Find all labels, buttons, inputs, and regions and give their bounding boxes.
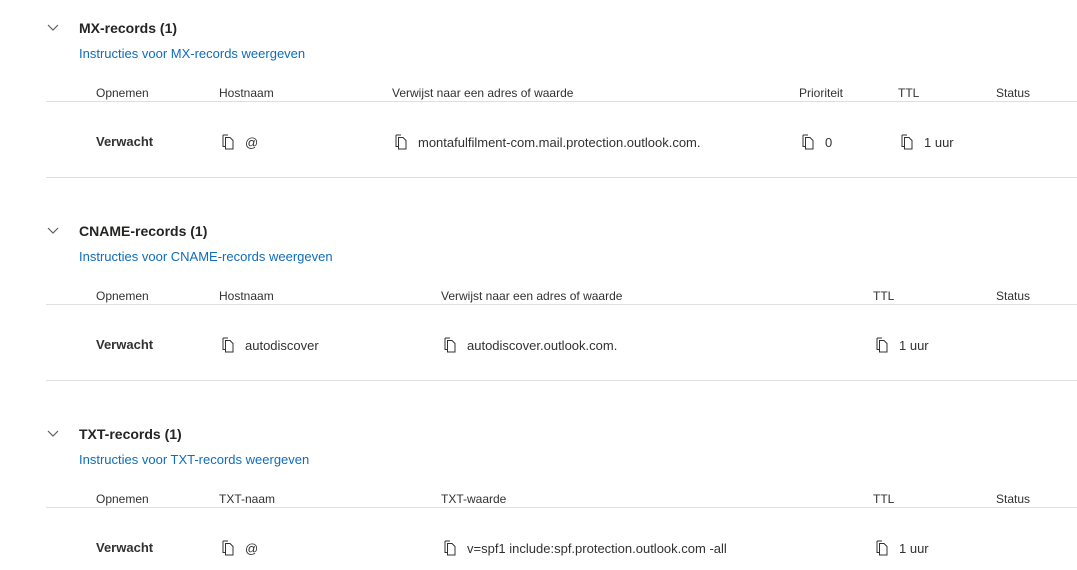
column-header-ttl: TTL	[898, 86, 920, 100]
copy-icon[interactable]	[899, 134, 915, 150]
copy-icon[interactable]	[393, 134, 409, 150]
row-divider	[46, 177, 1077, 178]
column-header-value: Verwijst naar een adres of waarde	[392, 86, 574, 100]
column-header-hostname: Hostnaam	[219, 289, 274, 303]
hostname-value: @	[245, 134, 259, 150]
ttl-cell: 1 uur	[874, 540, 929, 556]
txt-records-section: TXT-records (1) Instructies voor TXT-rec…	[0, 414, 1077, 570]
instructions-link[interactable]: Instructies voor TXT-records weergeven	[79, 452, 309, 467]
column-header-ttl: TTL	[873, 289, 895, 303]
header-divider	[46, 304, 1077, 305]
copy-icon[interactable]	[874, 540, 890, 556]
points-to-value: montafulfilment-com.mail.protection.outl…	[418, 134, 701, 150]
chevron-down-icon[interactable]	[46, 223, 60, 237]
instructions-link[interactable]: Instructies voor MX-records weergeven	[79, 46, 305, 61]
value-cell: autodiscover.outlook.com.	[442, 337, 617, 353]
column-header-record: Opnemen	[96, 289, 149, 303]
column-header-record: Opnemen	[96, 86, 149, 100]
column-header-hostname: Hostnaam	[219, 86, 274, 100]
column-header-status: Status	[996, 289, 1031, 303]
copy-icon[interactable]	[220, 540, 236, 556]
priority-value: 0	[825, 134, 833, 150]
column-header-record: Opnemen	[96, 492, 149, 506]
row-divider	[46, 380, 1077, 381]
chevron-down-icon[interactable]	[46, 20, 60, 34]
header-divider	[46, 507, 1077, 508]
ttl-cell: 1 uur	[899, 134, 954, 150]
chevron-down-icon[interactable]	[46, 426, 60, 440]
points-to-value: autodiscover.outlook.com.	[467, 337, 618, 353]
column-header-priority: Prioriteit	[799, 86, 844, 100]
ttl-cell: 1 uur	[874, 337, 929, 353]
column-header-status: Status	[996, 492, 1031, 506]
column-header-txt-name: TXT-naam	[219, 492, 276, 506]
priority-cell: 0	[800, 134, 832, 150]
txt-name-value: @	[245, 540, 259, 556]
section-title: CNAME-records (1)	[79, 223, 208, 239]
txt-name-cell: @	[220, 540, 258, 556]
mx-records-section: MX-records (1) Instructies voor MX-recor…	[0, 8, 1077, 211]
record-state: Verwacht	[96, 540, 154, 555]
header-divider	[46, 101, 1077, 102]
value-cell: montafulfilment-com.mail.protection.outl…	[393, 134, 701, 150]
section-title: TXT-records (1)	[79, 426, 182, 442]
copy-icon[interactable]	[220, 337, 236, 353]
column-header-status: Status	[996, 86, 1031, 100]
column-header-txt-value: TXT-waarde	[441, 492, 507, 506]
copy-icon[interactable]	[442, 540, 458, 556]
copy-icon[interactable]	[442, 337, 458, 353]
copy-icon[interactable]	[874, 337, 890, 353]
column-header-value: Verwijst naar een adres of waarde	[441, 289, 623, 303]
record-state: Verwacht	[96, 134, 154, 149]
hostname-cell: @	[220, 134, 258, 150]
copy-icon[interactable]	[220, 134, 236, 150]
copy-icon[interactable]	[800, 134, 816, 150]
ttl-value: 1 uur	[924, 134, 954, 150]
hostname-cell: autodiscover	[220, 337, 319, 353]
column-header-ttl: TTL	[873, 492, 895, 506]
instructions-link[interactable]: Instructies voor CNAME-records weergeven	[79, 249, 333, 264]
txt-value: v=spf1 include:spf.protection.outlook.co…	[467, 540, 727, 556]
hostname-value: autodiscover	[245, 337, 319, 353]
section-title: MX-records (1)	[79, 20, 178, 36]
ttl-value: 1 uur	[899, 540, 929, 556]
ttl-value: 1 uur	[899, 337, 929, 353]
cname-records-section: CNAME-records (1) Instructies voor CNAME…	[0, 211, 1077, 414]
record-state: Verwacht	[96, 337, 154, 352]
txt-value-cell: v=spf1 include:spf.protection.outlook.co…	[442, 540, 727, 556]
